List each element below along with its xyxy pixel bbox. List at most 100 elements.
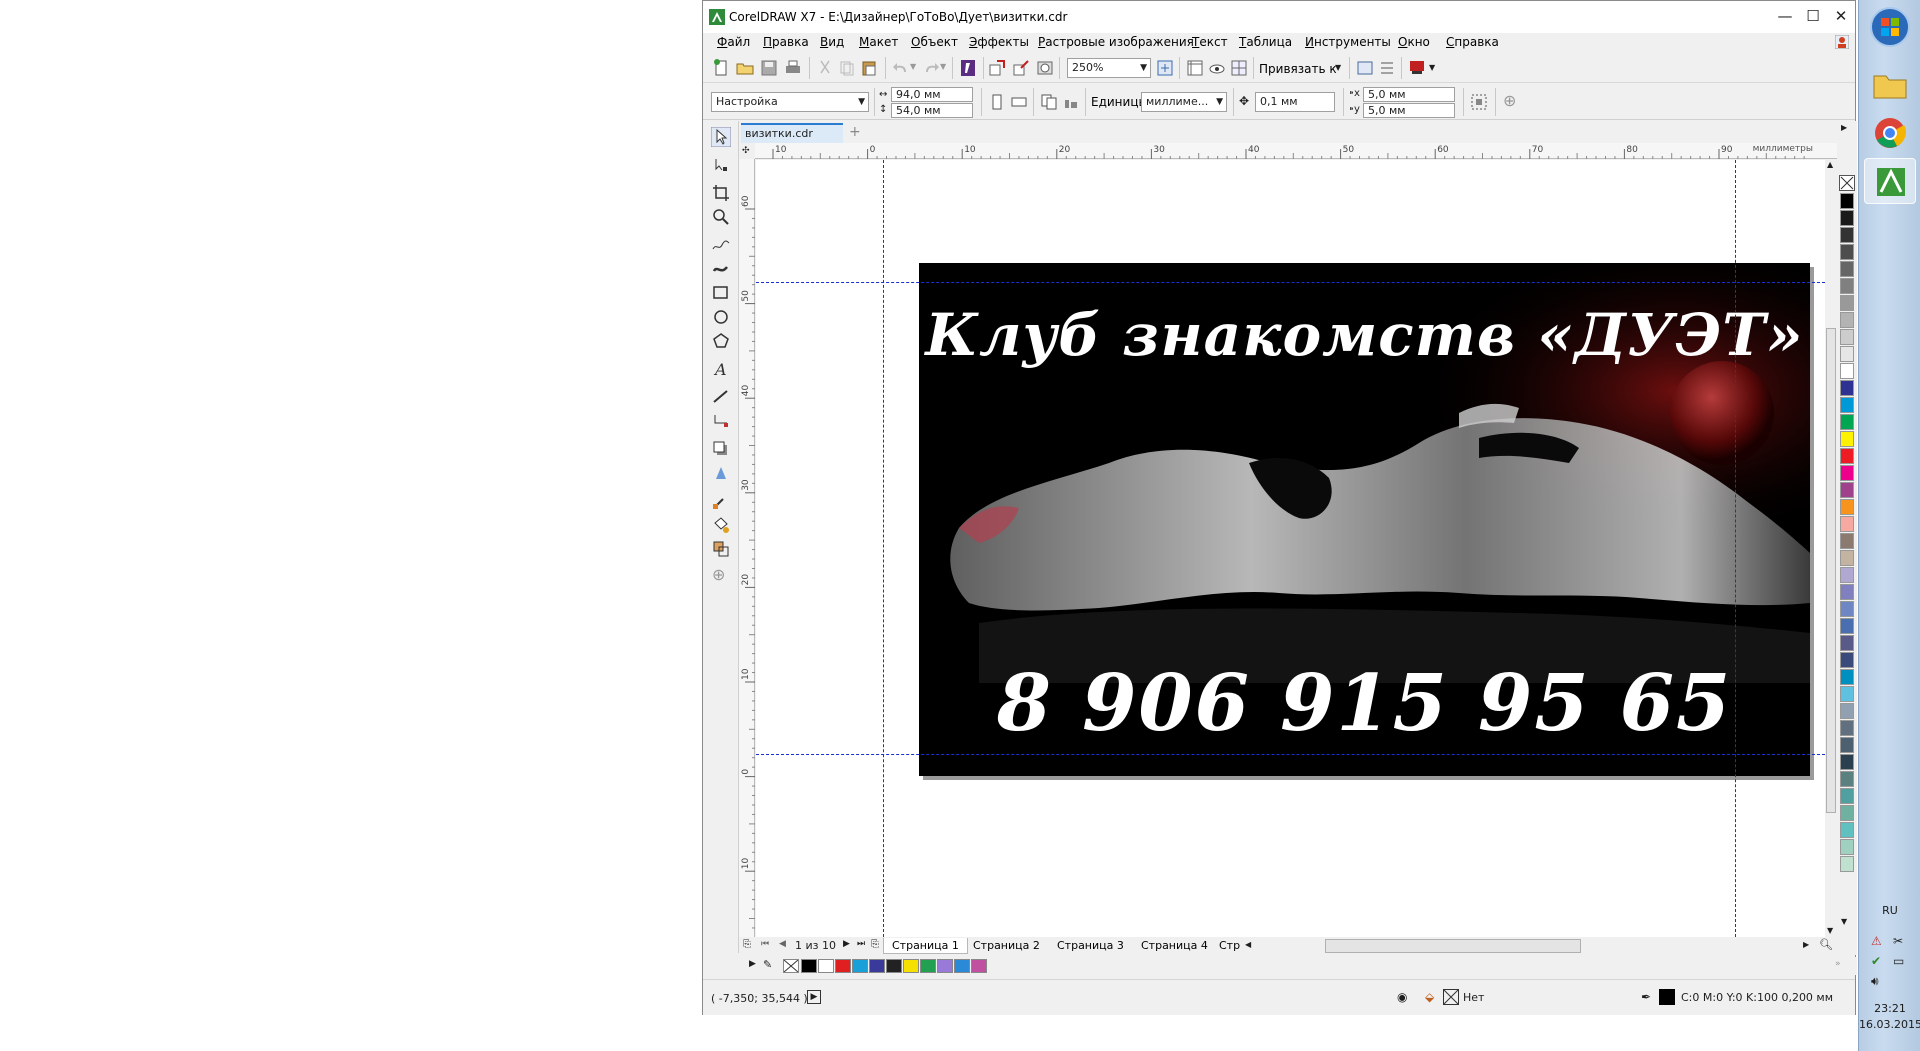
ellipse-tool-icon[interactable] [711,307,731,327]
horizontal-scroll-thumb[interactable] [1325,939,1581,953]
menu-window[interactable]: Окно [1398,35,1430,49]
units-select[interactable]: миллиме... ▼ [1141,92,1227,112]
zoom-tool-icon[interactable] [711,207,731,227]
palette-scroll-down-icon[interactable]: ▼ [1841,917,1847,926]
palette-swatch[interactable] [1840,601,1854,617]
palette-swatch[interactable] [1840,720,1854,736]
color-proof-icon[interactable]: ◉ [1397,990,1407,1004]
vertical-scroll-thumb[interactable] [1826,328,1836,813]
palette-swatch[interactable] [1840,329,1854,345]
open-folder-icon[interactable] [735,58,755,78]
page-height-input[interactable]: 54,0 мм [891,103,973,118]
document-palette-swatch[interactable] [920,959,936,973]
palette-swatch[interactable] [1840,499,1854,515]
clock-date[interactable]: 16.03.2015 [1859,1018,1920,1031]
snap-dropdown-icon[interactable]: ▼ [1335,63,1341,72]
view-mode-icon[interactable] [1207,58,1227,78]
palette-swatch[interactable] [1840,822,1854,838]
add-page-after-icon[interactable]: ⎘ [871,939,879,950]
palette-swatch[interactable] [1840,261,1854,277]
print-icon[interactable] [783,58,803,78]
palette-swatch[interactable] [1840,567,1854,583]
palette-swatch[interactable] [1840,618,1854,634]
guideline-right[interactable] [1735,160,1736,937]
guideline-left[interactable] [883,160,884,937]
document-palette-swatch[interactable] [801,959,817,973]
next-page-icon[interactable]: ▶ [843,939,850,949]
ruler-origin-icon[interactable]: ✣ [742,146,750,156]
document-palette-swatch[interactable] [886,959,902,973]
connector-tool-icon[interactable] [711,411,731,431]
palette-swatch[interactable] [1840,856,1854,872]
maximize-button[interactable]: ☐ [1799,5,1827,27]
doc-no-color-swatch[interactable] [783,959,799,973]
palette-swatch[interactable] [1840,788,1854,804]
palette-swatch[interactable] [1840,669,1854,685]
nudge-distance-input[interactable]: 0,1 мм [1255,92,1335,112]
volume-icon[interactable]: 🔊︎ [1871,974,1879,989]
tray-app-icon[interactable]: ✂ [1893,934,1903,948]
add-tool-icon[interactable]: ⊕ [712,565,725,584]
eyedropper-icon[interactable]: ✎ [763,958,772,971]
save-icon[interactable] [759,58,779,78]
palette-swatch[interactable] [1840,312,1854,328]
network-warning-icon[interactable]: ⚠ [1871,934,1882,948]
transparency-icon[interactable] [711,463,731,483]
first-page-icon[interactable]: ⏮ [761,939,769,949]
palette-swatch[interactable] [1840,227,1854,243]
publish-pdf-icon[interactable] [1035,58,1055,78]
no-color-swatch[interactable] [1839,175,1855,191]
palette-swatch[interactable] [1840,533,1854,549]
document-palette-swatch[interactable] [818,959,834,973]
document-palette-swatch[interactable] [937,959,953,973]
menu-effects[interactable]: Эффекты [969,35,1029,49]
palette-swatch[interactable] [1840,635,1854,651]
palette-swatch[interactable] [1840,839,1854,855]
rectangle-tool-icon[interactable] [711,283,731,303]
taskbar-chrome[interactable] [1864,110,1916,156]
color-eyedropper-icon[interactable] [711,491,731,511]
smart-fill-icon[interactable] [711,539,731,559]
menu-file[interactable]: Файл [717,35,750,49]
polygon-tool-icon[interactable] [711,331,731,351]
zoom-navigator-icon[interactable]: 🔍︎ [1819,938,1833,951]
security-icon[interactable]: ✔ [1871,954,1881,968]
page-tab-3[interactable]: Страница 3 [1049,938,1132,954]
last-page-icon[interactable]: ⏭ [857,939,865,949]
previous-page-icon[interactable]: ◀ [779,939,786,949]
grid-icon[interactable] [1229,58,1249,78]
menu-bitmaps[interactable]: Растровые изображения [1038,35,1194,49]
palette-swatch[interactable] [1840,414,1854,430]
document-palette-swatch[interactable] [835,959,851,973]
document-palette-swatch[interactable] [971,959,987,973]
redo-dropdown-icon[interactable]: ▼ [940,62,946,71]
guideline-bottom[interactable] [756,754,1825,755]
palette-swatch[interactable] [1840,737,1854,753]
menu-table[interactable]: Таблица [1239,35,1292,49]
palette-swatch[interactable] [1840,482,1854,498]
palette-swatch[interactable] [1840,516,1854,532]
page-width-input[interactable]: 94,0 мм [891,87,973,102]
paste-icon[interactable] [859,58,879,78]
palette-swatch[interactable] [1840,244,1854,260]
language-indicator[interactable]: RU [1859,904,1920,917]
palette-swatch[interactable] [1840,431,1854,447]
snap-to-label[interactable]: Привязать к [1259,62,1337,76]
add-icon[interactable]: ⊕ [1503,91,1516,110]
document-palette-more-icon[interactable]: » [1835,959,1841,969]
undo-dropdown-icon[interactable]: ▼ [910,62,916,71]
options-icon[interactable] [1355,58,1375,78]
shape-tool-icon[interactable] [711,155,731,175]
clock-time[interactable]: 23:21 [1859,1002,1920,1015]
palette-swatch[interactable] [1840,703,1854,719]
business-card[interactable]: Клуб знакомств «ДУЭТ» 8 906 915 95 65 [919,263,1810,776]
full-screen-icon[interactable] [1155,58,1175,78]
vertical-scrollbar[interactable]: ▲ ▼ [1825,160,1837,937]
document-tab[interactable]: визитки.cdr [741,123,843,143]
start-button[interactable] [1864,4,1916,50]
search-content-icon[interactable] [958,58,978,78]
text-tool-icon[interactable]: A [711,359,731,379]
vertical-ruler[interactable]: 60 50 40 30 20 10 0 10 [739,159,755,937]
scroll-down-icon[interactable]: ▼ [1827,926,1833,935]
palette-swatch[interactable] [1840,346,1854,362]
